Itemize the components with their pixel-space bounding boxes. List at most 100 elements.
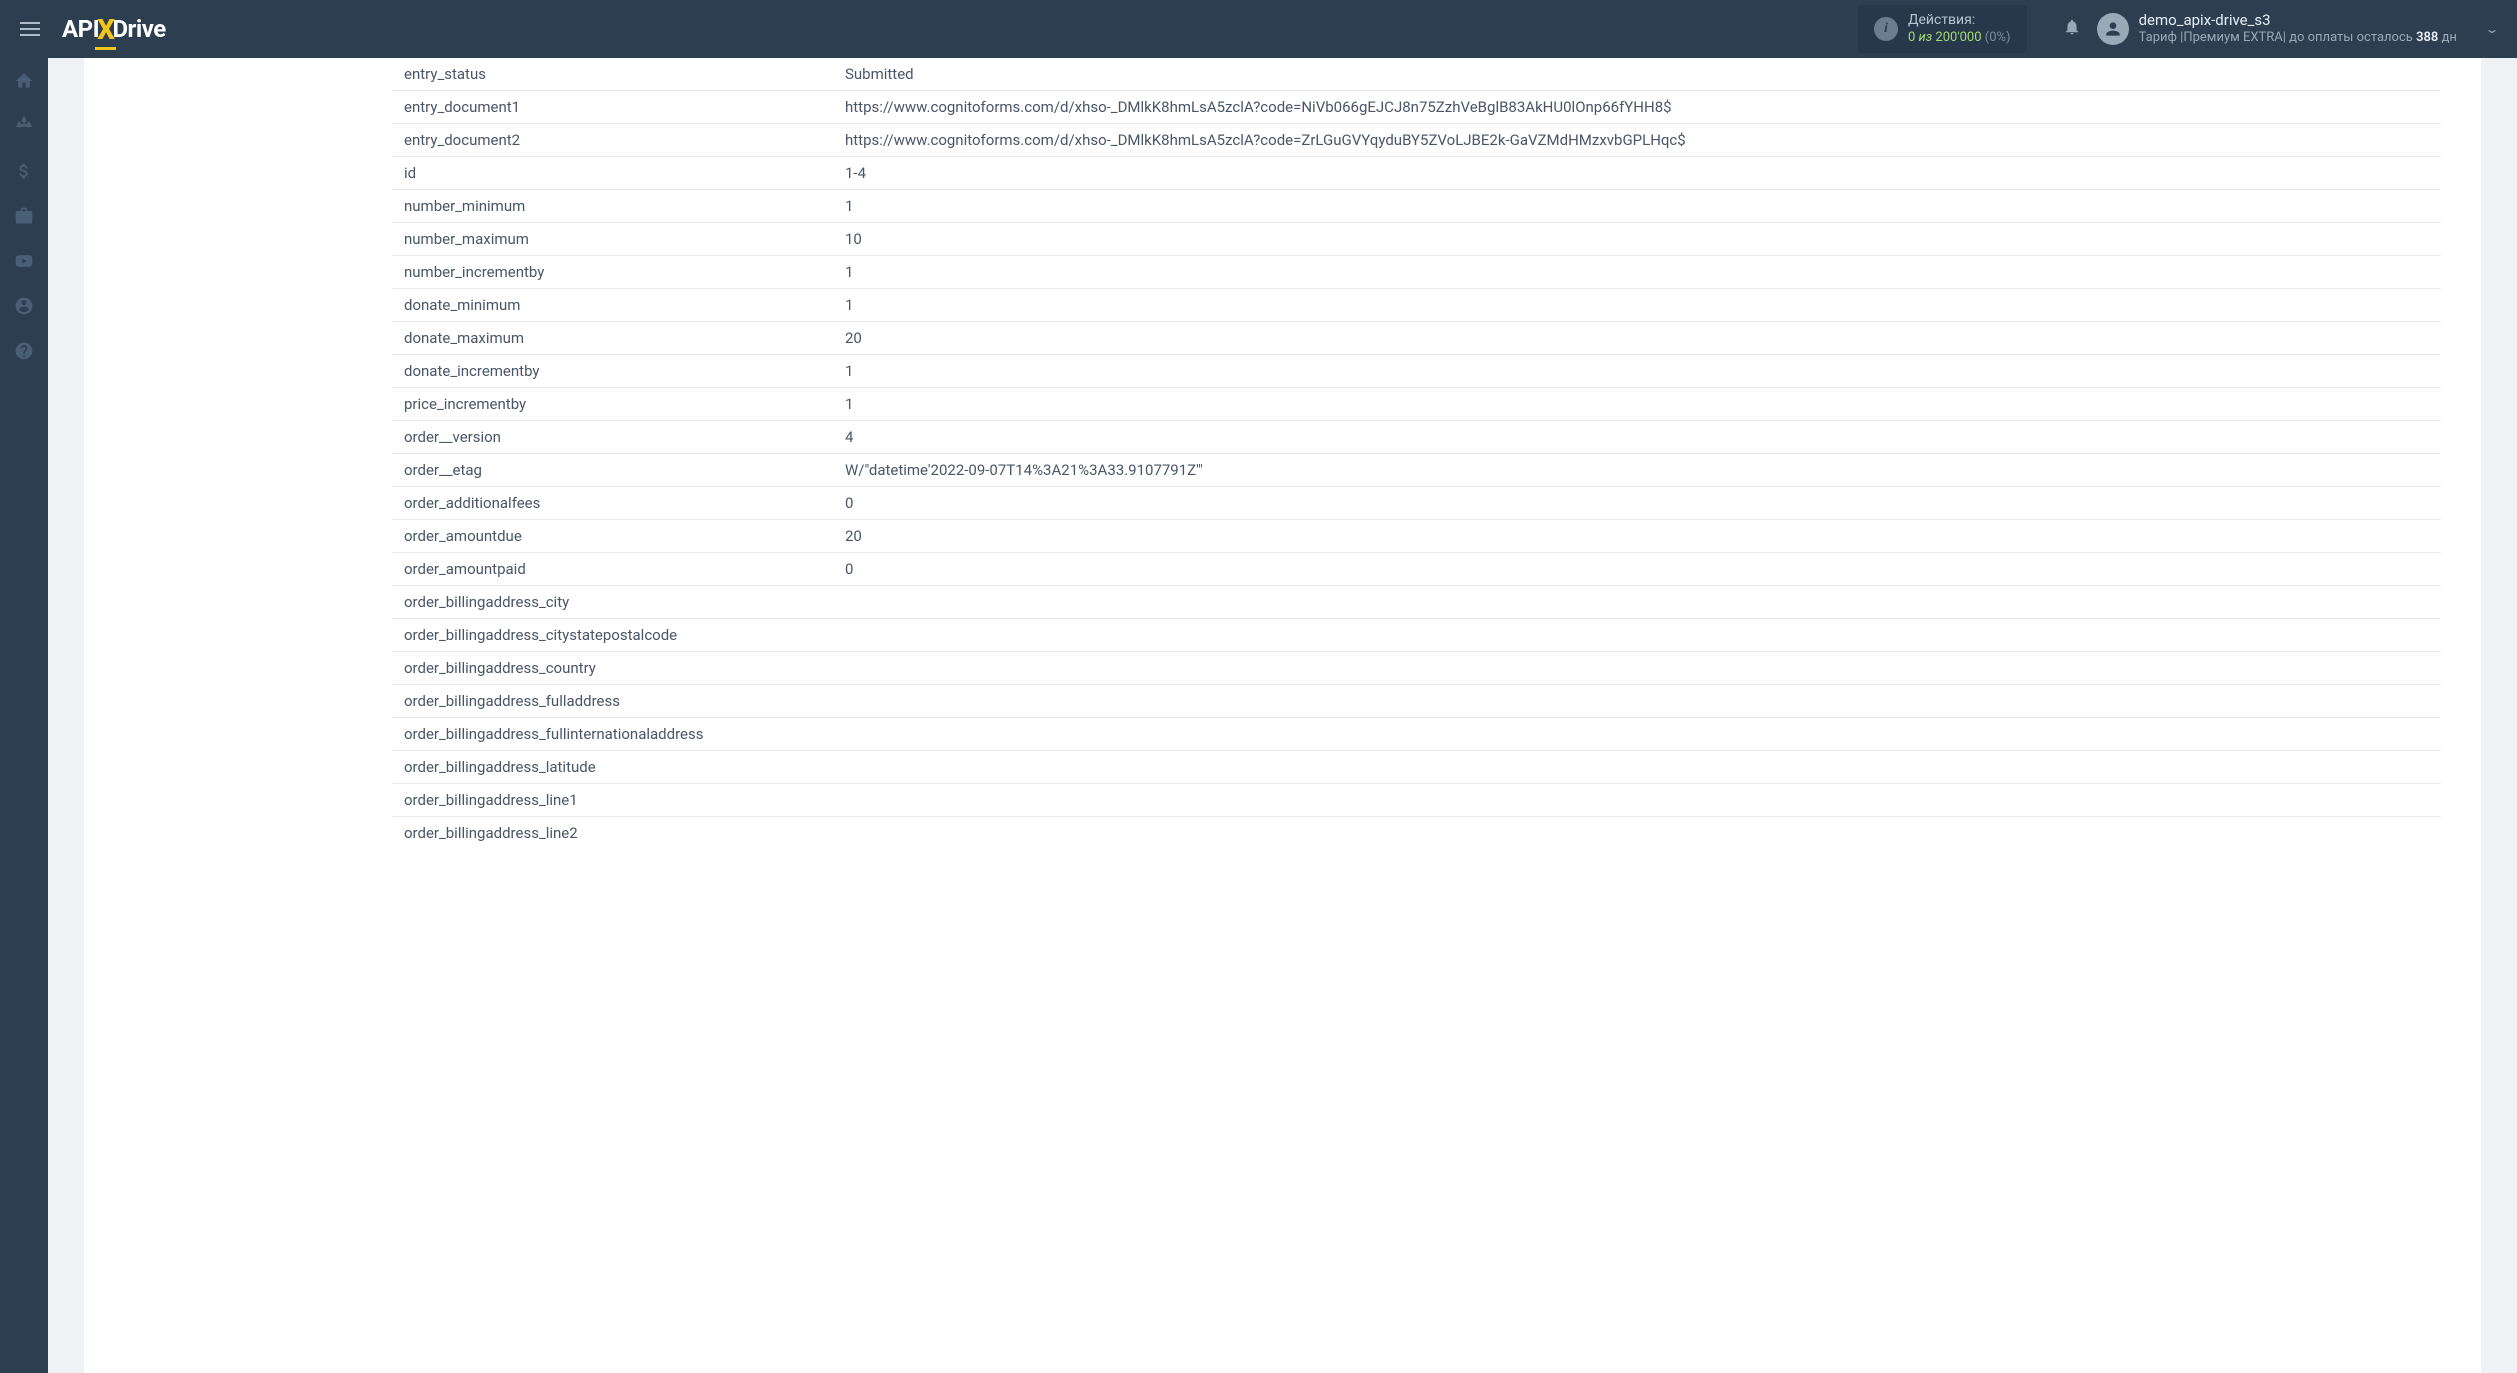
data-field-value: 1-4 — [845, 157, 2441, 190]
data-field-key: entry_document2 — [392, 124, 845, 157]
table-row: price_incrementby1 — [392, 388, 2441, 421]
logo[interactable]: API X Drive — [62, 13, 166, 46]
user-name: demo_apix-drive_s3 — [2139, 11, 2457, 31]
data-field-value — [845, 751, 2441, 784]
table-row: donate_minimum1 — [392, 289, 2441, 322]
data-field-key: donate_minimum — [392, 289, 845, 322]
table-row: order_billingaddress_city — [392, 586, 2441, 619]
data-field-key: order_billingaddress_fullinternationalad… — [392, 718, 845, 751]
data-field-value: https://www.cognitoforms.com/d/xhso-_DMl… — [845, 124, 2441, 157]
data-field-value — [845, 619, 2441, 652]
data-field-key: order__etag — [392, 454, 845, 487]
table-row: order__etagW/"datetime'2022-09-07T14%3A2… — [392, 454, 2441, 487]
table-row: order_amountpaid0 — [392, 553, 2441, 586]
table-row: id1-4 — [392, 157, 2441, 190]
data-field-key: number_minimum — [392, 190, 845, 223]
data-field-value: 1 — [845, 388, 2441, 421]
data-field-value — [845, 652, 2441, 685]
nav-home[interactable] — [0, 58, 48, 103]
logo-drive: Drive — [112, 15, 165, 43]
table-row: order_billingaddress_line1 — [392, 784, 2441, 817]
table-row: order_billingaddress_citystatepostalcode — [392, 619, 2441, 652]
actions-widget[interactable]: i Действия: 0 из 200'000 (0%) — [1858, 5, 2027, 52]
data-field-value: 20 — [845, 322, 2441, 355]
data-table: entry_statusSubmittedentry_document1http… — [392, 58, 2441, 849]
data-field-key: order_billingaddress_latitude — [392, 751, 845, 784]
data-field-key: entry_status — [392, 58, 845, 91]
data-field-key: number_maximum — [392, 223, 845, 256]
table-row: donate_maximum20 — [392, 322, 2441, 355]
nav-help[interactable] — [0, 328, 48, 373]
logo-api: API — [62, 15, 99, 43]
data-field-key: order_billingaddress_line1 — [392, 784, 845, 817]
data-field-key: order_billingaddress_country — [392, 652, 845, 685]
data-field-value: W/"datetime'2022-09-07T14%3A21%3A33.9107… — [845, 454, 2441, 487]
table-row: entry_document1https://www.cognitoforms.… — [392, 91, 2441, 124]
user-text: demo_apix-drive_s3 Тариф |Премиум EXTRA|… — [2139, 11, 2457, 47]
data-field-key: order_billingaddress_city — [392, 586, 845, 619]
bell-icon[interactable] — [2063, 18, 2081, 41]
data-field-value: 1 — [845, 289, 2441, 322]
table-row: entry_statusSubmitted — [392, 58, 2441, 91]
nav-youtube[interactable] — [0, 238, 48, 283]
data-field-value: 0 — [845, 487, 2441, 520]
sidebar — [0, 58, 48, 1373]
table-row: order_billingaddress_country — [392, 652, 2441, 685]
data-field-value — [845, 586, 2441, 619]
data-field-key: order_additionalfees — [392, 487, 845, 520]
data-field-value: 1 — [845, 256, 2441, 289]
data-field-value: 4 — [845, 421, 2441, 454]
table-row: entry_document2https://www.cognitoforms.… — [392, 124, 2441, 157]
avatar-icon — [2097, 13, 2129, 45]
data-field-value — [845, 685, 2441, 718]
data-field-key: price_incrementby — [392, 388, 845, 421]
data-field-value: 1 — [845, 355, 2441, 388]
table-row: number_minimum1 — [392, 190, 2441, 223]
nav-billing[interactable] — [0, 148, 48, 193]
data-field-key: donate_incrementby — [392, 355, 845, 388]
data-field-key: order_amountpaid — [392, 553, 845, 586]
table-row: order_billingaddress_latitude — [392, 751, 2441, 784]
data-panel: entry_statusSubmittedentry_document1http… — [84, 58, 2481, 1373]
data-field-value: 1 — [845, 190, 2441, 223]
user-tariff: Тариф |Премиум EXTRA| до оплаты осталось… — [2139, 30, 2457, 47]
data-field-key: order__version — [392, 421, 845, 454]
user-menu[interactable]: demo_apix-drive_s3 Тариф |Премиум EXTRA|… — [2097, 11, 2505, 47]
data-field-value — [845, 817, 2441, 850]
table-row: order_billingaddress_fulladdress — [392, 685, 2441, 718]
nav-work[interactable] — [0, 193, 48, 238]
data-field-key: donate_maximum — [392, 322, 845, 355]
nav-connections[interactable] — [0, 103, 48, 148]
table-row: order_billingaddress_fullinternationalad… — [392, 718, 2441, 751]
table-row: order_amountdue20 — [392, 520, 2441, 553]
data-field-value — [845, 784, 2441, 817]
table-row: order_billingaddress_line2 — [392, 817, 2441, 850]
main-content: entry_statusSubmittedentry_document1http… — [48, 58, 2517, 1373]
actions-value: 0 из 200'000 (0%) — [1908, 30, 2011, 47]
table-row: number_maximum10 — [392, 223, 2441, 256]
topbar: API X Drive i Действия: 0 из 200'000 (0%… — [0, 0, 2517, 58]
data-field-key: entry_document1 — [392, 91, 845, 124]
data-field-key: order_amountdue — [392, 520, 845, 553]
table-row: donate_incrementby1 — [392, 355, 2441, 388]
data-field-value: Submitted — [845, 58, 2441, 91]
data-field-key: id — [392, 157, 845, 190]
data-field-key: number_incrementby — [392, 256, 845, 289]
data-field-value: 0 — [845, 553, 2441, 586]
data-field-value: 10 — [845, 223, 2441, 256]
table-row: order_additionalfees0 — [392, 487, 2441, 520]
data-field-key: order_billingaddress_line2 — [392, 817, 845, 850]
chevron-down-icon: ⌄ — [2484, 22, 2499, 36]
data-field-value: 20 — [845, 520, 2441, 553]
menu-toggle-button[interactable] — [12, 14, 48, 44]
data-field-value: https://www.cognitoforms.com/d/xhso-_DMl… — [845, 91, 2441, 124]
data-field-key: order_billingaddress_fulladdress — [392, 685, 845, 718]
table-row: number_incrementby1 — [392, 256, 2441, 289]
logo-x: X — [97, 13, 114, 46]
data-field-value — [845, 718, 2441, 751]
data-field-key: order_billingaddress_citystatepostalcode — [392, 619, 845, 652]
actions-text: Действия: 0 из 200'000 (0%) — [1908, 11, 2011, 46]
nav-account[interactable] — [0, 283, 48, 328]
info-icon: i — [1874, 17, 1898, 41]
actions-label: Действия: — [1908, 11, 2011, 29]
